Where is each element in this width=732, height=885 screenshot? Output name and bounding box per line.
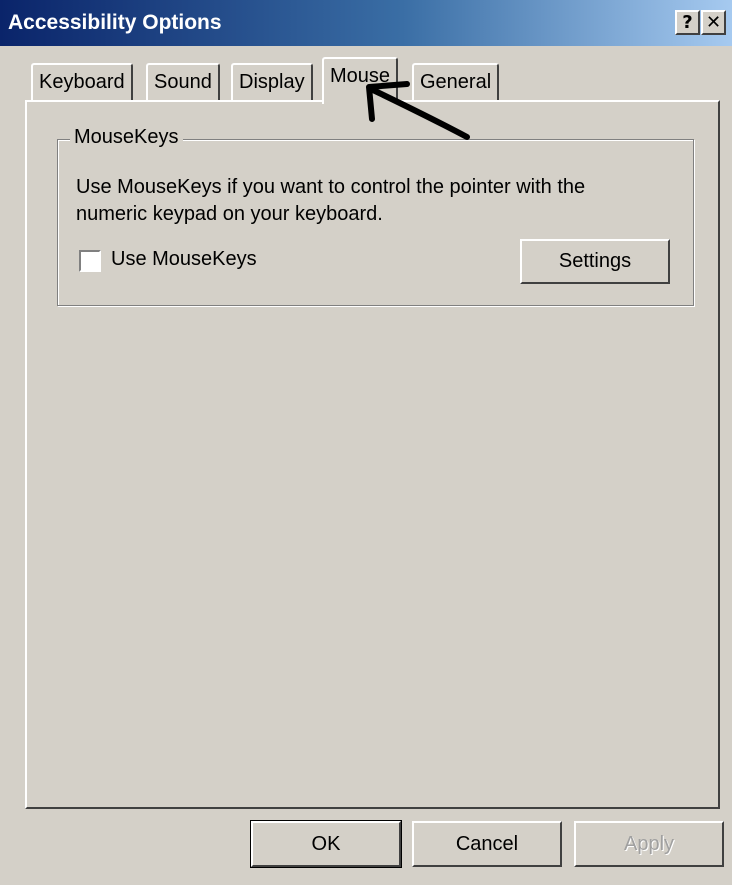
apply-button[interactable]: Apply [574, 821, 724, 867]
tab-label: Display [239, 71, 305, 93]
button-label: Settings [558, 250, 632, 272]
close-icon: ✕ [705, 12, 722, 33]
close-button[interactable]: ✕ [701, 10, 726, 35]
tab-panel: MouseKeys Use MouseKeys if you want to c… [25, 100, 720, 809]
help-icon: ? [682, 12, 693, 33]
group-label: MouseKeys [70, 126, 183, 149]
ok-button[interactable]: OK [250, 820, 402, 868]
use-mousekeys-checkbox[interactable] [79, 250, 101, 272]
tab-label: Sound [154, 71, 212, 93]
tab-display[interactable]: Display [231, 63, 313, 101]
mousekeys-group: MouseKeys Use MouseKeys if you want to c… [57, 126, 694, 306]
button-label: OK [311, 833, 341, 855]
use-mousekeys-label[interactable]: Use MouseKeys [111, 248, 257, 271]
cancel-button[interactable]: Cancel [412, 821, 562, 867]
tab-label: Keyboard [39, 71, 125, 93]
mousekeys-description: Use MouseKeys if you want to control the… [76, 176, 586, 225]
settings-button[interactable]: Settings [520, 239, 670, 284]
window-title: Accessibility Options [8, 11, 222, 34]
title-bar: Accessibility Options ? ✕ [0, 0, 732, 46]
button-label: Cancel [455, 833, 519, 855]
help-button[interactable]: ? [675, 10, 700, 35]
tab-sound[interactable]: Sound [146, 63, 220, 101]
hand-drawn-arrow-icon [366, 81, 470, 140]
tab-keyboard[interactable]: Keyboard [31, 63, 133, 101]
button-label: Apply [623, 833, 675, 855]
